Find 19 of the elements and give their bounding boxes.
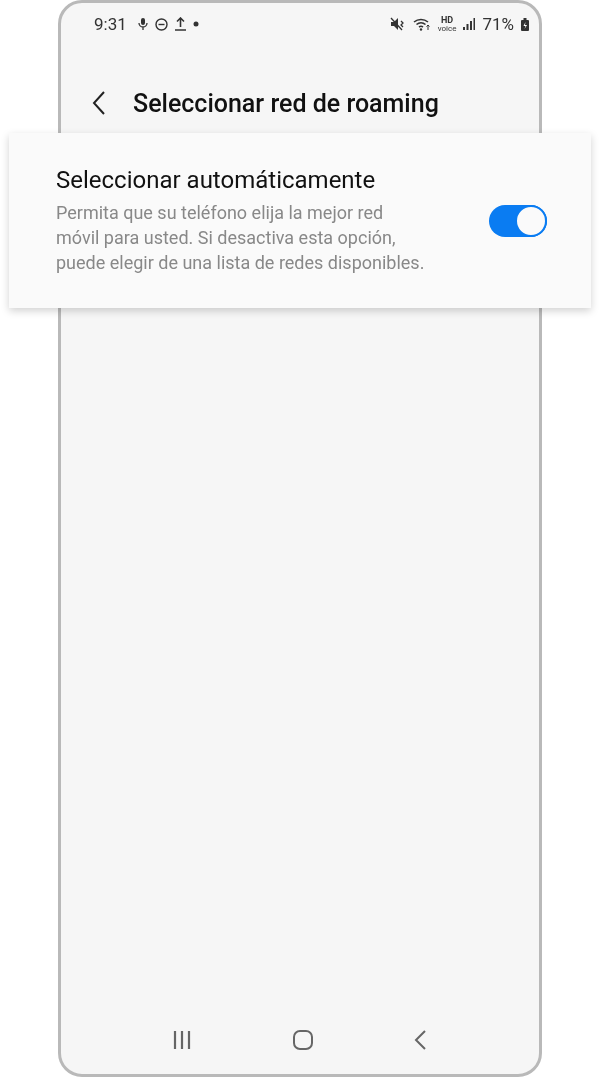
setting-description: Permita que su teléfono elija la mejor red móvil para usted. Si desactiva esta opción, puede elegir de una lista de redes disponibles.: [56, 201, 426, 275]
notification-dot-icon: [192, 21, 199, 27]
mute-icon: [389, 17, 406, 31]
page-title: Seleccionar red de roaming: [133, 88, 439, 118]
voice-label: voice: [437, 24, 457, 33]
setting-title: Seleccionar automáticamente: [56, 166, 377, 194]
microphone-icon: [137, 18, 148, 30]
toggle-switch[interactable]: [489, 204, 547, 237]
wifi-icon: [412, 17, 431, 31]
signal-icon: [463, 18, 476, 30]
setting-card[interactable]: Seleccionar automáticamente Permita que su teléfono elija la mejor red móvil para usted. Si desactiva esta opción, puede elegir de una lista de redes disponibles.: [9, 133, 591, 308]
hd-label: HD: [440, 15, 454, 25]
do-not-disturb-icon: [154, 17, 168, 31]
home-icon[interactable]: [292, 1029, 314, 1051]
status-time: 9:31: [94, 14, 127, 34]
back-icon[interactable]: [91, 90, 107, 116]
upload-icon: [174, 17, 186, 31]
battery-percent: 71%: [482, 14, 514, 34]
battery-charging-icon: [521, 17, 529, 31]
